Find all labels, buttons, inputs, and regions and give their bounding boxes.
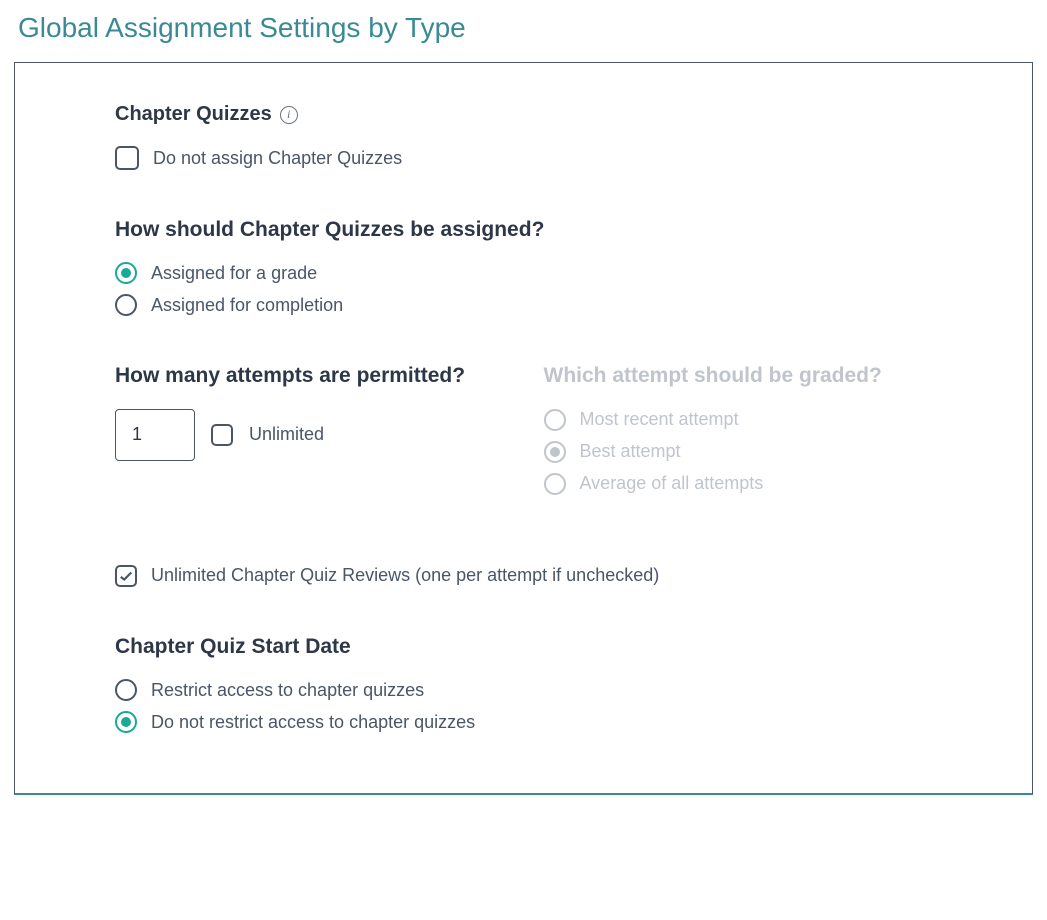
restrict-radio[interactable] xyxy=(115,679,137,701)
attempts-heading: How many attempts are permitted? xyxy=(115,362,504,390)
reviews-row[interactable]: Unlimited Chapter Quiz Reviews (one per … xyxy=(115,565,932,587)
assign-grade-row[interactable]: Assigned for a grade xyxy=(115,262,932,284)
settings-panel: Chapter Quizzes i Do not assign Chapter … xyxy=(14,62,1033,795)
reviews-label: Unlimited Chapter Quiz Reviews (one per … xyxy=(151,565,659,586)
do-not-assign-checkbox[interactable] xyxy=(115,146,139,170)
graded-average-label: Average of all attempts xyxy=(580,473,764,494)
unlimited-checkbox[interactable] xyxy=(211,424,233,446)
graded-group: Most recent attempt Best attempt Average… xyxy=(544,409,933,495)
no-restrict-radio[interactable] xyxy=(115,711,137,733)
attempts-input[interactable] xyxy=(115,409,195,461)
restrict-label: Restrict access to chapter quizzes xyxy=(151,680,424,701)
assign-grade-radio[interactable] xyxy=(115,262,137,284)
assign-completion-label: Assigned for completion xyxy=(151,295,343,316)
start-date-heading: Chapter Quiz Start Date xyxy=(115,633,932,661)
info-icon[interactable]: i xyxy=(280,106,298,124)
unlimited-label: Unlimited xyxy=(249,424,324,445)
graded-best-radio xyxy=(544,441,566,463)
page-title: Global Assignment Settings by Type xyxy=(0,0,1047,62)
no-restrict-row[interactable]: Do not restrict access to chapter quizze… xyxy=(115,711,932,733)
graded-best-label: Best attempt xyxy=(580,441,681,462)
do-not-assign-label: Do not assign Chapter Quizzes xyxy=(153,148,402,169)
graded-recent-row: Most recent attempt xyxy=(544,409,933,431)
reviews-checkbox[interactable] xyxy=(115,565,137,587)
chapter-quizzes-heading: Chapter Quizzes i xyxy=(115,103,932,126)
start-date-group: Restrict access to chapter quizzes Do no… xyxy=(115,679,932,733)
assign-completion-row[interactable]: Assigned for completion xyxy=(115,294,932,316)
do-not-assign-row[interactable]: Do not assign Chapter Quizzes xyxy=(115,146,932,170)
restrict-row[interactable]: Restrict access to chapter quizzes xyxy=(115,679,932,701)
graded-recent-radio xyxy=(544,409,566,431)
graded-column: Which attempt should be graded? Most rec… xyxy=(544,362,933,504)
graded-average-radio xyxy=(544,473,566,495)
assign-method-group: Assigned for a grade Assigned for comple… xyxy=(115,262,932,316)
chapter-quizzes-heading-text: Chapter Quizzes xyxy=(115,103,272,126)
graded-recent-label: Most recent attempt xyxy=(580,409,739,430)
assign-method-heading: How should Chapter Quizzes be assigned? xyxy=(115,216,932,244)
assign-grade-label: Assigned for a grade xyxy=(151,263,317,284)
graded-heading: Which attempt should be graded? xyxy=(544,362,933,390)
assign-completion-radio[interactable] xyxy=(115,294,137,316)
graded-best-row: Best attempt xyxy=(544,441,933,463)
graded-average-row: Average of all attempts xyxy=(544,473,933,495)
no-restrict-label: Do not restrict access to chapter quizze… xyxy=(151,712,475,733)
attempts-column: How many attempts are permitted? Unlimit… xyxy=(115,362,504,504)
